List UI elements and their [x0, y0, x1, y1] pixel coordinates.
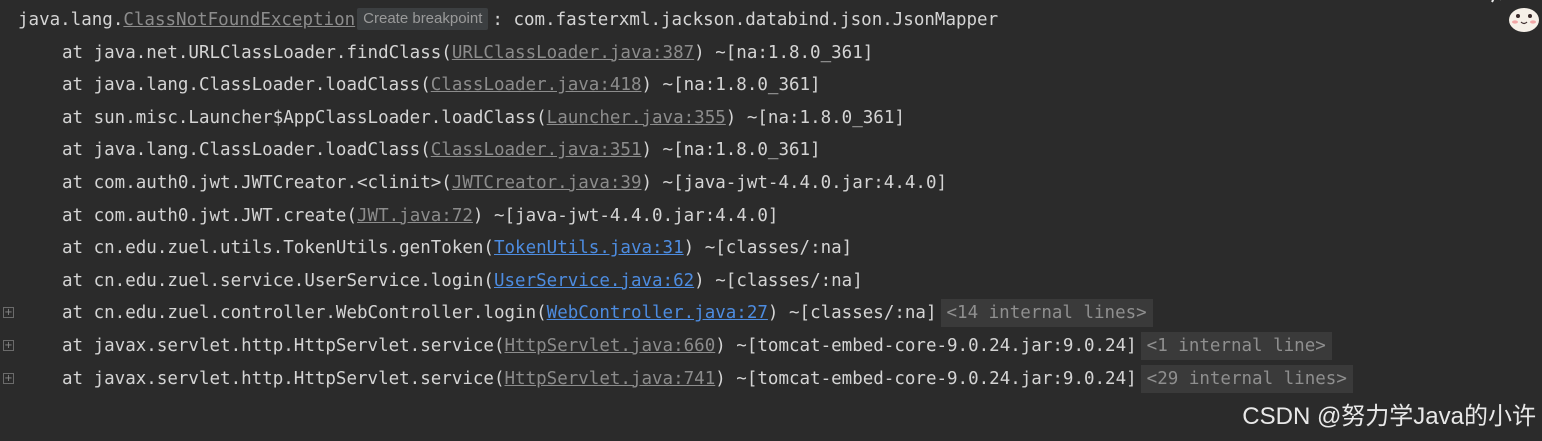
exception-message: : com.fasterxml.jackson.databind.json.Js…	[492, 10, 999, 30]
frame-method: at javax.servlet.http.HttpServlet.servic…	[62, 335, 505, 356]
frame-library: ) ~[na:1.8.0_361]	[641, 75, 821, 96]
stack-frame: at cn.edu.zuel.service.UserService.login…	[0, 265, 1542, 298]
frame-method: at cn.edu.zuel.service.UserService.login…	[62, 270, 494, 291]
frame-method: at java.net.URLClassLoader.findClass(	[62, 42, 452, 63]
stack-frame: at java.lang.ClassLoader.loadClass(Class…	[0, 134, 1542, 167]
frame-library: ) ~[tomcat-embed-core-9.0.24.jar:9.0.24]	[715, 335, 1137, 356]
mascot-sticker-icon	[1491, 0, 1539, 32]
stack-frame: + at javax.servlet.http.HttpServlet.servi…	[0, 330, 1542, 363]
exception-class-link[interactable]: ClassNotFoundException	[123, 10, 355, 30]
frame-source-link[interactable]: UserService.java:62	[494, 271, 694, 291]
frame-source-link[interactable]: ClassLoader.java:351	[431, 140, 642, 160]
frame-library: ) ~[classes/:na]	[694, 270, 863, 291]
frame-library: ) ~[na:1.8.0_361]	[694, 42, 874, 63]
frame-library: ) ~[java-jwt-4.4.0.jar:4.4.0]	[472, 205, 779, 226]
console-output: java.lang.ClassNotFoundException Create b…	[0, 4, 1542, 395]
frame-method: at com.auth0.jwt.JWT.create(	[62, 205, 358, 226]
internal-lines-badge[interactable]: <29 internal lines>	[1140, 364, 1353, 393]
frame-source-link[interactable]: HttpServlet.java:741	[505, 369, 716, 389]
fold-expand-icon[interactable]: +	[3, 307, 14, 319]
csdn-watermark: CSDN @努力学Java的小许	[1242, 403, 1536, 430]
stack-frame: at cn.edu.zuel.utils.TokenUtils.genToken…	[0, 232, 1542, 265]
internal-lines-badge[interactable]: <14 internal lines>	[940, 299, 1153, 328]
stack-frame: at java.lang.ClassLoader.loadClass(Class…	[0, 69, 1542, 102]
frame-source-link[interactable]: JWT.java:72	[357, 206, 473, 226]
frame-library: ) ~[na:1.8.0_361]	[725, 107, 905, 128]
frame-library: ) ~[java-jwt-4.4.0.jar:4.4.0]	[641, 172, 948, 193]
exception-header: java.lang.ClassNotFoundException Create b…	[0, 4, 1542, 37]
frame-library: ) ~[classes/:na]	[683, 238, 853, 259]
stack-frame: + at javax.servlet.http.HttpServlet.servi…	[0, 363, 1542, 396]
frame-method: at javax.servlet.http.HttpServlet.servic…	[62, 368, 505, 389]
frame-method: at java.lang.ClassLoader.loadClass(	[62, 75, 431, 96]
stack-frame: at com.auth0.jwt.JWTCreator.<clinit>(JWT…	[0, 167, 1542, 200]
frame-source-link[interactable]: HttpServlet.java:660	[505, 336, 716, 356]
frame-method: at java.lang.ClassLoader.loadClass(	[62, 140, 431, 161]
frame-method: at com.auth0.jwt.JWTCreator.<clinit>(	[62, 172, 452, 193]
stack-frame: at com.auth0.jwt.JWT.create(JWT.java:72)…	[0, 200, 1542, 233]
frame-source-link[interactable]: TokenUtils.java:31	[494, 238, 684, 258]
frame-library: ) ~[classes/:na]	[767, 303, 937, 324]
frame-method: at cn.edu.zuel.controller.WebController.…	[62, 303, 547, 324]
frame-source-link[interactable]: URLClassLoader.java:387	[452, 43, 694, 63]
frame-source-link[interactable]: JWTCreator.java:39	[452, 173, 642, 193]
frame-library: ) ~[na:1.8.0_361]	[641, 140, 821, 161]
create-breakpoint-tooltip[interactable]: Create breakpoint	[357, 8, 489, 30]
stack-frame: + at cn.edu.zuel.controller.WebController…	[0, 297, 1542, 330]
frame-source-link[interactable]: Launcher.java:355	[547, 108, 726, 128]
stack-frame: at java.net.URLClassLoader.findClass(URL…	[0, 37, 1542, 70]
fold-expand-icon[interactable]: +	[3, 372, 14, 384]
fold-expand-icon[interactable]: +	[3, 339, 14, 351]
frame-method: at cn.edu.zuel.utils.TokenUtils.genToken…	[62, 238, 494, 259]
frame-source-link[interactable]: WebController.java:27	[547, 303, 768, 323]
frame-library: ) ~[tomcat-embed-core-9.0.24.jar:9.0.24]	[715, 368, 1137, 389]
exception-package: java.lang.	[18, 10, 124, 30]
frame-method: at sun.misc.Launcher$AppClassLoader.load…	[62, 107, 547, 128]
internal-lines-badge[interactable]: <1 internal line>	[1140, 331, 1332, 360]
stack-frame: at sun.misc.Launcher$AppClassLoader.load…	[0, 102, 1542, 135]
frame-source-link[interactable]: ClassLoader.java:418	[431, 75, 642, 95]
